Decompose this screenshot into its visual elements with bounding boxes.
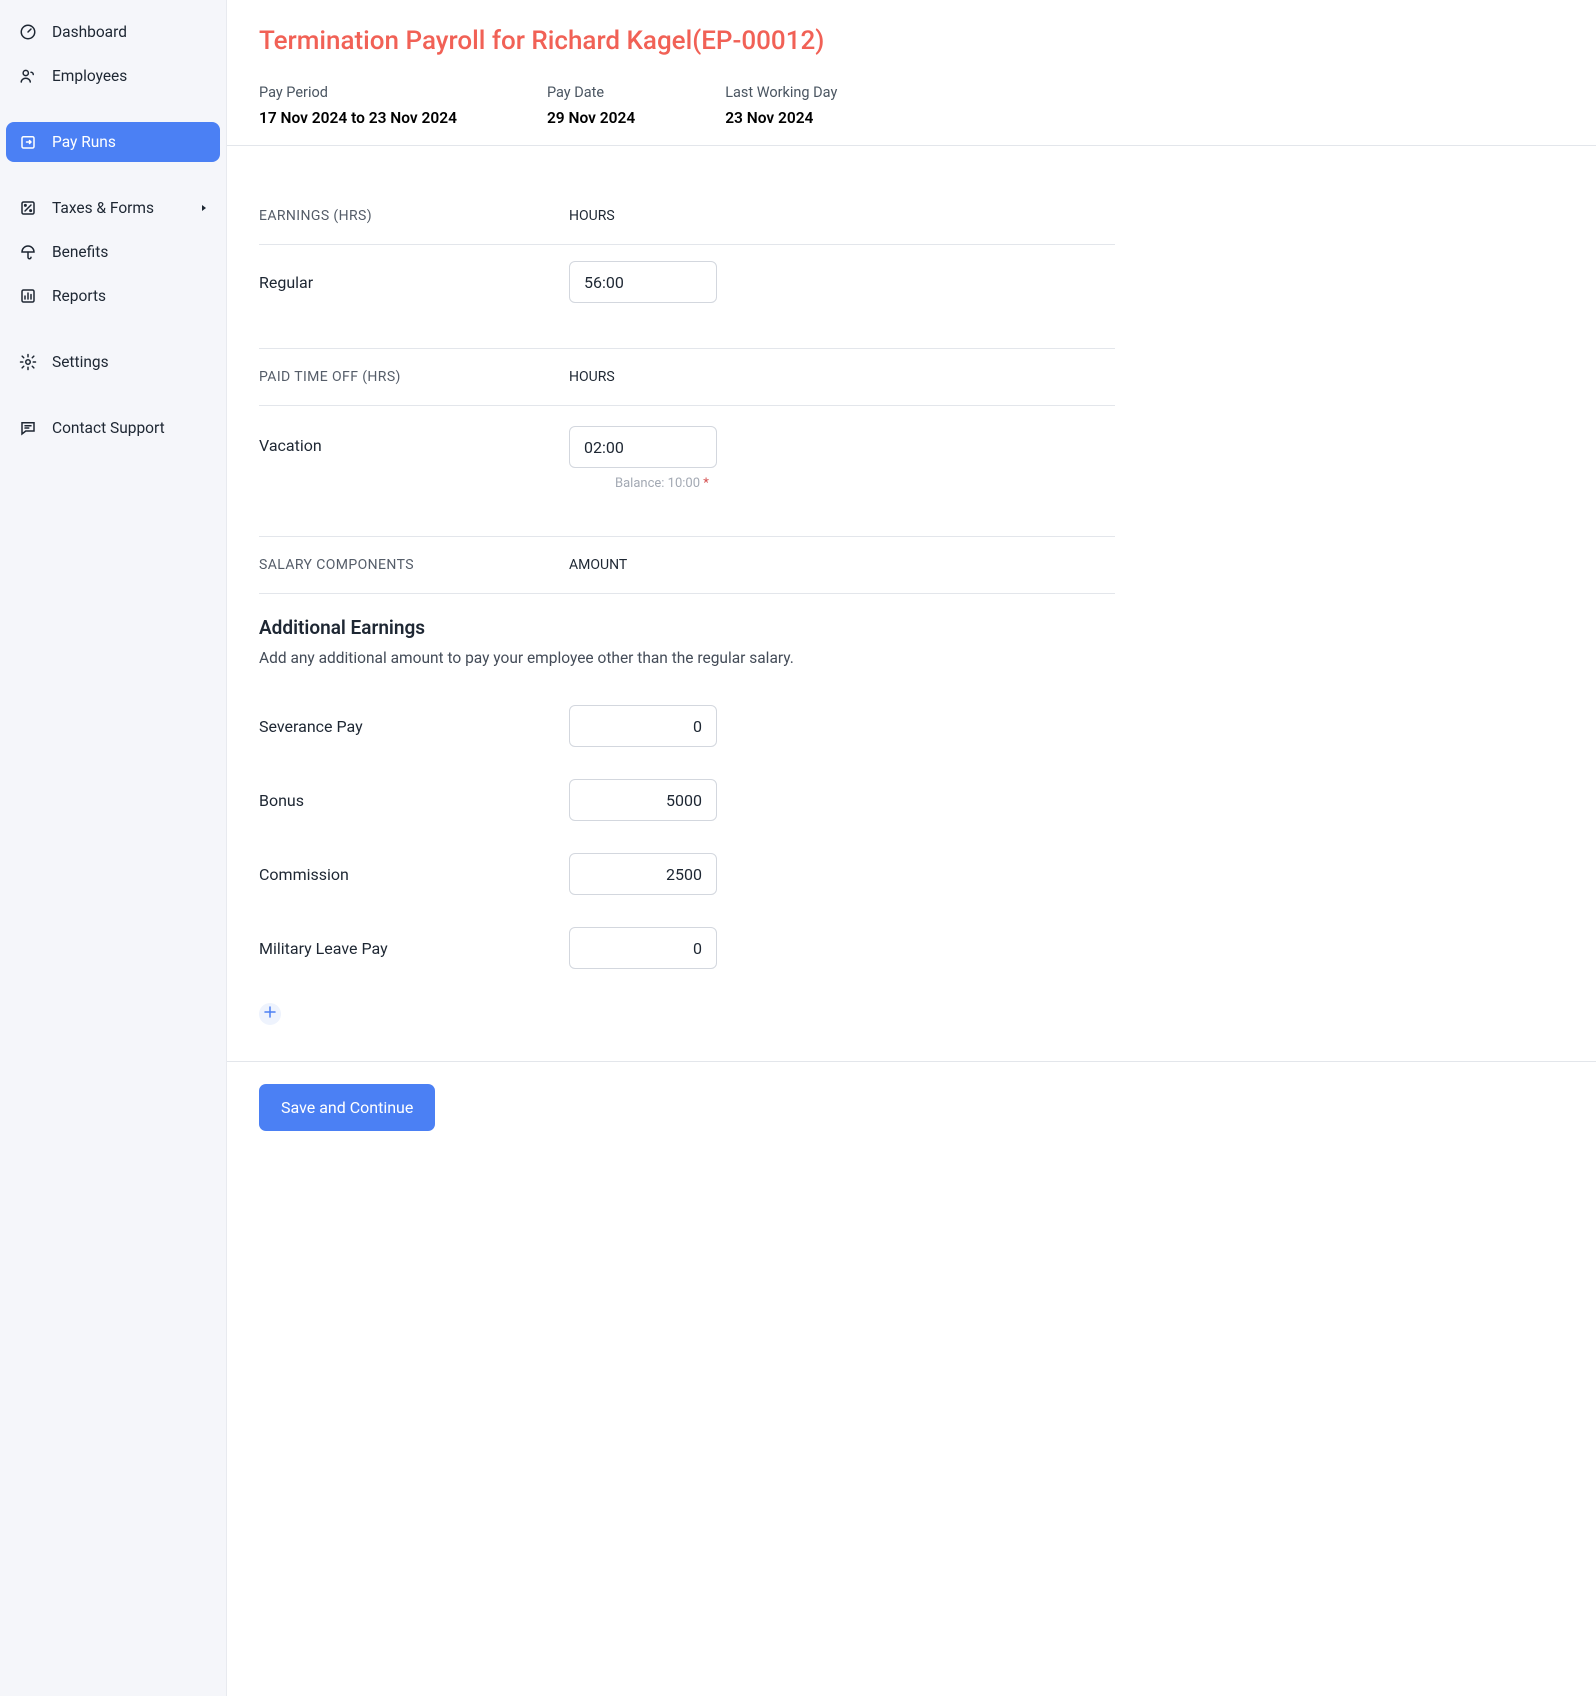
commission-label: Commission: [259, 865, 569, 884]
pto-vacation-input[interactable]: [569, 426, 717, 468]
severance-pay-label: Severance Pay: [259, 717, 569, 736]
pay-summary-row: Pay Period 17 Nov 2024 to 23 Nov 2024 Pa…: [259, 84, 1564, 127]
severance-pay-input[interactable]: [569, 705, 717, 747]
sidebar-item-label: Contact Support: [52, 419, 165, 437]
earnings-regular-input[interactable]: [569, 261, 717, 303]
pto-header-left: PAID TIME OFF (HRS): [259, 369, 569, 385]
pay-date-label: Pay Date: [547, 84, 635, 101]
sidebar: Dashboard Employees Pay Runs Taxes & For…: [0, 0, 227, 1696]
pto-balance-note: Balance: 10:00 *: [615, 476, 717, 491]
users-icon: [18, 66, 38, 86]
earnings-header: EARNINGS (HRS) HOURS: [259, 188, 1115, 245]
sidebar-item-benefits[interactable]: Benefits: [6, 232, 220, 272]
earnings-header-left: EARNINGS (HRS): [259, 208, 569, 224]
gear-icon: [18, 352, 38, 372]
salary-header-left: SALARY COMPONENTS: [259, 557, 569, 573]
commission-row: Commission: [259, 837, 1115, 911]
page-title: Termination Payroll for Richard Kagel(EP…: [259, 26, 1564, 56]
sidebar-item-employees[interactable]: Employees: [6, 56, 220, 96]
commission-input[interactable]: [569, 853, 717, 895]
chat-icon: [18, 418, 38, 438]
sidebar-item-taxes-forms[interactable]: Taxes & Forms: [6, 188, 220, 228]
pay-period-value: 17 Nov 2024 to 23 Nov 2024: [259, 109, 457, 127]
main-content: Termination Payroll for Richard Kagel(EP…: [227, 0, 1596, 1696]
sidebar-item-reports[interactable]: Reports: [6, 276, 220, 316]
umbrella-icon: [18, 242, 38, 262]
calendar-arrow-icon: [18, 132, 38, 152]
caret-right-icon: [200, 204, 208, 212]
asterisk-icon: *: [703, 476, 709, 491]
salary-header-right: AMOUNT: [569, 557, 719, 573]
add-earning-button[interactable]: [259, 1003, 281, 1025]
bonus-label: Bonus: [259, 791, 569, 810]
salary-header: SALARY COMPONENTS AMOUNT: [259, 537, 1115, 594]
pto-vacation-label: Vacation: [259, 426, 569, 455]
sidebar-item-label: Benefits: [52, 243, 108, 261]
sidebar-item-label: Settings: [52, 353, 109, 371]
additional-earnings-heading: Additional Earnings: [259, 616, 1115, 639]
military-leave-label: Military Leave Pay: [259, 939, 569, 958]
pto-balance-text: Balance: 10:00: [615, 476, 703, 491]
sidebar-item-dashboard[interactable]: Dashboard: [6, 12, 220, 52]
sidebar-item-contact-support[interactable]: Contact Support: [6, 408, 220, 448]
bonus-row: Bonus: [259, 763, 1115, 837]
pto-vacation-row: Vacation Balance: 10:00 *: [259, 406, 1115, 507]
sidebar-item-label: Taxes & Forms: [52, 199, 154, 217]
plus-icon: [264, 1006, 276, 1022]
bar-chart-icon: [18, 286, 38, 306]
sidebar-item-label: Pay Runs: [52, 133, 116, 151]
earnings-regular-row: Regular: [259, 245, 1115, 319]
pay-period-label: Pay Period: [259, 84, 457, 101]
sidebar-item-pay-runs[interactable]: Pay Runs: [6, 122, 220, 162]
bonus-input[interactable]: [569, 779, 717, 821]
percent-icon: [18, 198, 38, 218]
earnings-header-right: HOURS: [569, 208, 719, 224]
last-working-day-label: Last Working Day: [725, 84, 837, 101]
sidebar-item-label: Employees: [52, 67, 127, 85]
sidebar-item-label: Reports: [52, 287, 106, 305]
military-leave-row: Military Leave Pay: [259, 911, 1115, 985]
gauge-icon: [18, 22, 38, 42]
pto-header: PAID TIME OFF (HRS) HOURS: [259, 349, 1115, 406]
additional-earnings-description: Add any additional amount to pay your em…: [259, 649, 1115, 667]
sidebar-item-label: Dashboard: [52, 23, 127, 41]
footer-bar: Save and Continue: [227, 1061, 1596, 1153]
pay-date-value: 29 Nov 2024: [547, 109, 635, 127]
sidebar-item-settings[interactable]: Settings: [6, 342, 220, 382]
last-working-day-value: 23 Nov 2024: [725, 109, 837, 127]
military-leave-input[interactable]: [569, 927, 717, 969]
pto-header-right: HOURS: [569, 369, 719, 385]
severance-pay-row: Severance Pay: [259, 689, 1115, 763]
earnings-regular-label: Regular: [259, 273, 569, 292]
save-continue-button[interactable]: Save and Continue: [259, 1084, 435, 1131]
